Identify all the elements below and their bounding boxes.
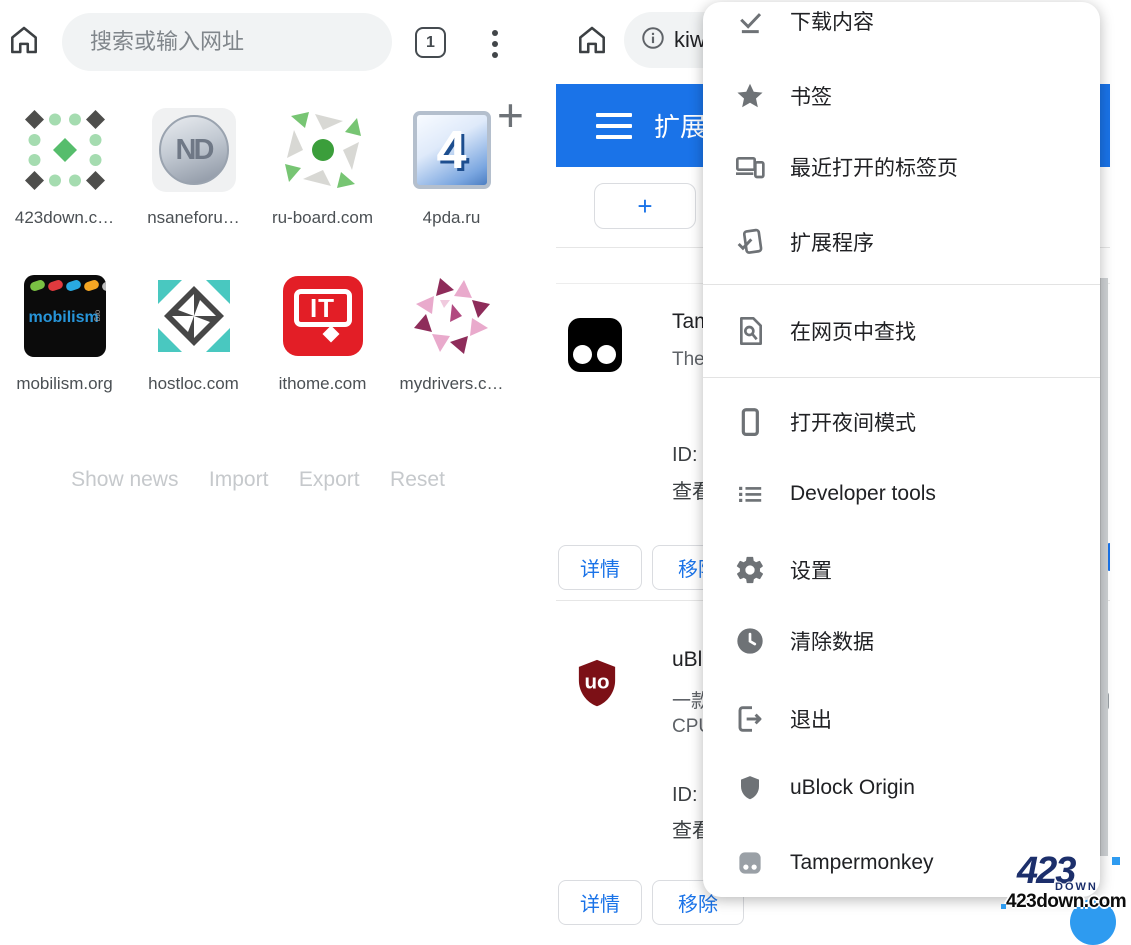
423down-favicon (17, 102, 113, 198)
shortcut-hostloc[interactable]: hostloc.com (129, 268, 258, 394)
find-in-page-icon (733, 314, 767, 348)
import-link[interactable]: Import (209, 468, 269, 491)
menu-item-tampermonkey[interactable]: Tampermonkey (703, 827, 1100, 897)
shortcut-label: nsaneforu… (147, 208, 240, 228)
menu-item-exit[interactable]: 退出 (703, 683, 1100, 755)
gear-icon (733, 553, 767, 587)
watermark-square (1112, 857, 1120, 865)
menu-item-settings[interactable]: 设置 (703, 534, 1100, 606)
home-icon (574, 22, 610, 63)
ruboard-favicon (275, 102, 371, 198)
dot-icon (492, 52, 498, 58)
dot-icon (492, 30, 498, 36)
export-link[interactable]: Export (299, 468, 360, 491)
ublock-logo-text: uo (584, 670, 609, 693)
list-icon (733, 477, 767, 511)
extension-id-label: ID: (672, 784, 698, 807)
menu-item-clear-data[interactable]: 清除数据 (703, 605, 1100, 677)
menu-item-bookmarks[interactable]: 书签 (703, 60, 1100, 132)
shortcut-label: 423down.c… (15, 208, 114, 228)
plus-icon: + (637, 191, 652, 222)
download-done-icon (733, 4, 767, 38)
shortcut-label: mobilism.org (16, 374, 112, 394)
details-button[interactable]: 详情 (558, 880, 642, 925)
home-icon (6, 22, 42, 63)
menu-item-night-mode[interactable]: 打开夜间模式 (703, 386, 1100, 458)
menu-item-find-in-page[interactable]: 在网页中查找 (703, 295, 1100, 367)
tab-count: 1 (426, 34, 435, 52)
menu-divider (703, 284, 1100, 285)
shortcut-mobilism[interactable]: mobilism org mobilism.org (0, 268, 129, 394)
menu-item-recent-tabs[interactable]: 最近打开的标签页 (703, 131, 1100, 203)
clock-icon (733, 624, 767, 658)
shortcut-label: hostloc.com (148, 374, 239, 394)
info-icon (640, 25, 666, 56)
menu-item-downloads[interactable]: 下载内容 (703, 2, 1100, 57)
scrollbar[interactable] (1100, 278, 1108, 856)
hamburger-icon[interactable] (596, 113, 632, 139)
overflow-menu-button[interactable] (489, 28, 501, 60)
exit-icon (733, 702, 767, 736)
extensions-icon (733, 225, 767, 259)
nd-logo-text: ND (176, 134, 212, 167)
dot-icon (492, 41, 498, 47)
add-shortcut-plus[interactable]: + (497, 92, 524, 138)
menu-item-ublock[interactable]: uBlock Origin (703, 752, 1100, 824)
mobilism-favicon: mobilism org (17, 268, 113, 364)
mydrivers-favicon (404, 268, 500, 364)
details-button[interactable]: 详情 (558, 545, 642, 590)
shortcut-423down[interactable]: 423down.c… (0, 102, 129, 228)
load-extension-button[interactable]: + (594, 183, 696, 229)
nsaneforums-favicon: ND (146, 102, 242, 198)
new-tab-panel: 1 423down.c… (0, 0, 556, 925)
shortcut-nsaneforums[interactable]: ND nsaneforu… (129, 102, 258, 228)
hostloc-favicon (146, 268, 242, 364)
extension-description: The (672, 349, 705, 371)
ithome-logo-text: IT (310, 293, 335, 324)
menu-item-extensions[interactable]: 扩展程序 (703, 206, 1100, 278)
browser-menu: 下载内容 书签 最近打开的标签页 扩展程序 (703, 2, 1100, 897)
shortcut-ithome[interactable]: IT ithome.com (258, 268, 387, 394)
search-input[interactable] (88, 28, 366, 56)
ithome-favicon: IT (275, 268, 371, 364)
home-button[interactable] (572, 22, 612, 62)
home-button[interactable] (4, 22, 44, 62)
extension-id-label: ID: (672, 444, 698, 467)
menu-divider (703, 377, 1100, 378)
mobilism-org-text: org (93, 310, 102, 322)
show-news-link[interactable]: Show news (71, 468, 178, 491)
shortcut-label: mydrivers.c… (400, 374, 504, 394)
4pda-logo-text: 4 (436, 119, 466, 181)
4pda-favicon: 4 (404, 102, 500, 198)
tampermonkey-extension-icon (568, 318, 622, 372)
menu-item-developer-tools[interactable]: Developer tools (703, 458, 1100, 530)
ublock-extension-icon: uo (568, 655, 626, 718)
search-bar[interactable] (62, 13, 392, 71)
shortcut-ruboard[interactable]: ru-board.com (258, 102, 387, 228)
mobilism-pills (30, 281, 106, 290)
url-text: kiw (674, 27, 706, 53)
star-icon (733, 79, 767, 113)
devices-icon (733, 150, 767, 184)
newtab-links: Show news Import Export Reset (0, 468, 516, 492)
shortcut-mydrivers[interactable]: mydrivers.c… (387, 268, 516, 394)
tab-counter-button[interactable]: 1 (415, 27, 446, 58)
shield-icon (733, 771, 767, 805)
reset-link[interactable]: Reset (390, 468, 445, 491)
shortcut-label: ru-board.com (272, 208, 373, 228)
phone-icon (733, 405, 767, 439)
shortcut-label: 4pda.ru (423, 208, 481, 228)
mobilism-logo-text: mobilism (29, 309, 99, 327)
shortcut-grid: 423down.c… ND nsaneforu… (0, 102, 516, 394)
shortcut-label: ithome.com (279, 374, 367, 394)
tampermonkey-icon (733, 846, 767, 880)
